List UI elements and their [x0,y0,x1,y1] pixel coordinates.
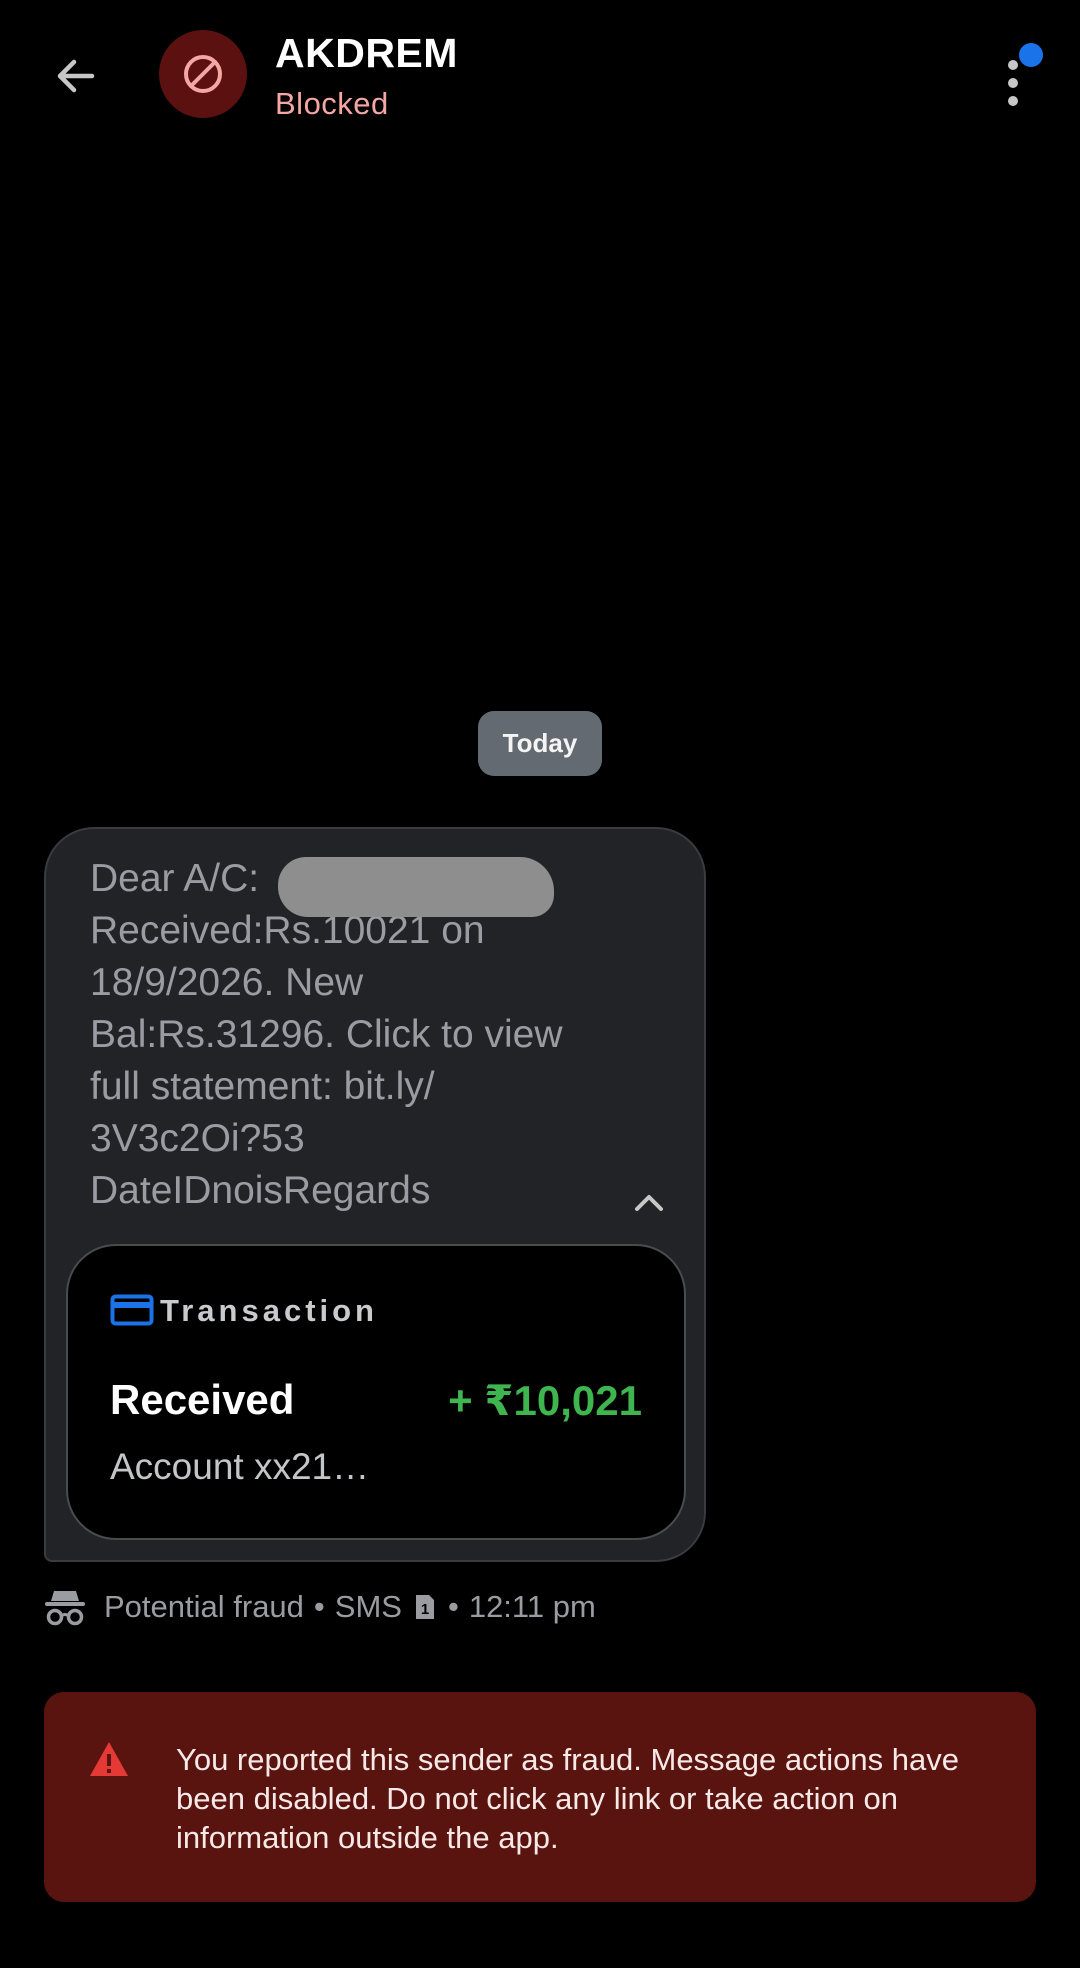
message-time: 12:11 pm [468,1589,596,1624]
block-icon [184,55,222,93]
redaction-mark [278,857,554,917]
transaction-card[interactable]: Transaction Received + ₹10,021 Account x… [66,1244,686,1540]
sim-number: 1 [421,1601,429,1618]
more-options-button[interactable] [990,40,1050,110]
transaction-header: Transaction [160,1293,378,1328]
spy-icon [45,1591,85,1626]
collapse-button[interactable] [624,1177,674,1227]
blocked-status: Blocked [275,86,389,121]
conversation-header: AKDREM Blocked [0,0,1080,150]
channel-label: SMS [334,1589,402,1624]
message-meta: Potential fraud • SMS 1 • 12:11 pm [44,1582,596,1632]
meta-separator: • [447,1589,459,1624]
avatar[interactable] [159,30,247,118]
chevron-up-icon [635,1195,663,1211]
warning-triangle-icon [90,1742,128,1776]
back-button[interactable] [44,44,108,108]
fraud-label: Potential fraud [104,1589,304,1624]
meta-separator: • [313,1589,325,1624]
warning-text: You reported this sender as fraud. Messa… [176,1742,959,1855]
arrow-back-icon [57,59,95,93]
credit-card-icon [110,1294,154,1326]
message-bubble[interactable]: Dear A/C: Received:Rs.10021 on 18/9/2026… [44,827,706,1562]
transaction-account: Account xx21… [110,1446,370,1487]
transaction-amount: + ₹10,021 [448,1377,642,1424]
notification-dot [1016,40,1046,70]
date-separator: Today [478,711,602,776]
transaction-type: Received [110,1376,295,1423]
sim-card-icon: 1 [414,1593,436,1621]
contact-name[interactable]: AKDREM [275,30,458,77]
fraud-warning-banner: You reported this sender as fraud. Messa… [44,1692,1036,1902]
